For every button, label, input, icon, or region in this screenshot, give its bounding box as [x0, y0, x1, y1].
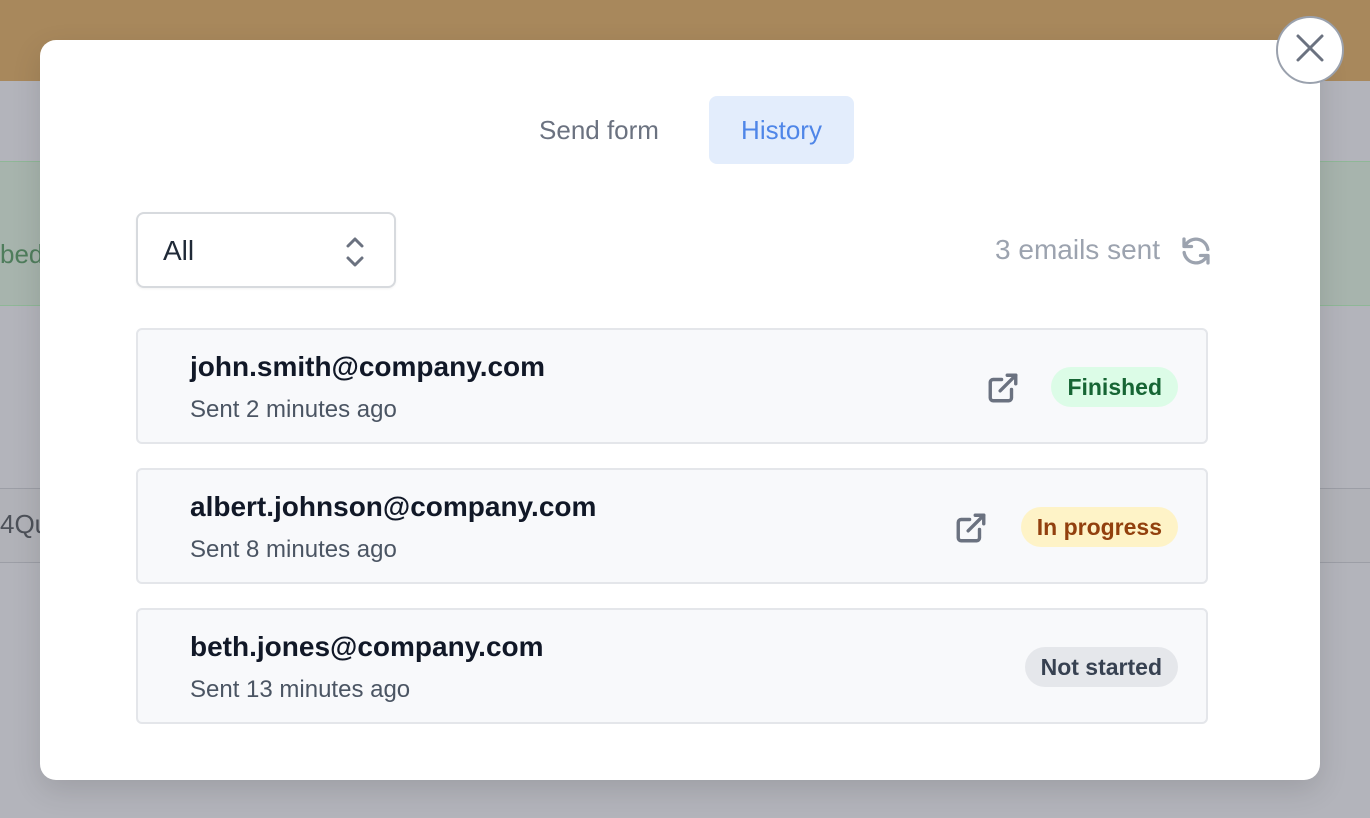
- status-filter-select[interactable]: All: [136, 212, 396, 288]
- external-link-icon[interactable]: [986, 371, 1020, 405]
- background-banner-text: bed: [0, 239, 44, 269]
- status-badge: Not started: [1024, 647, 1178, 687]
- recipient-email: john.smith@company.com: [190, 351, 546, 382]
- list-item: albert.johnson@company.com Sent 8 minute…: [136, 468, 1208, 584]
- tab-history[interactable]: History: [709, 96, 854, 164]
- sent-time: Sent 2 minutes ago: [190, 396, 397, 423]
- status-filter-value: All: [163, 235, 195, 266]
- status-badge: In progress: [1020, 507, 1178, 547]
- external-link-icon[interactable]: [954, 511, 988, 545]
- tab-send-form[interactable]: Send form: [506, 96, 692, 164]
- refresh-icon[interactable]: [1178, 233, 1214, 269]
- history-modal: Send form History All 3 emails sent john…: [40, 40, 1320, 780]
- status-badge: Finished: [1051, 367, 1178, 407]
- recipient-email: albert.johnson@company.com: [190, 491, 597, 522]
- sent-time: Sent 13 minutes ago: [190, 676, 411, 703]
- sent-time: Sent 8 minutes ago: [190, 536, 397, 563]
- close-button[interactable]: [1276, 16, 1344, 84]
- list-item: beth.jones@company.com Sent 13 minutes a…: [136, 608, 1208, 724]
- close-icon: [1293, 31, 1327, 70]
- modal-tabs: Send form History: [40, 96, 1320, 164]
- chevron-up-down-icon: [344, 234, 366, 275]
- list-item: john.smith@company.com Sent 2 minutes ag…: [136, 328, 1208, 444]
- recipient-email: beth.jones@company.com: [190, 631, 544, 662]
- emails-sent-count: 3 emails sent: [995, 234, 1160, 265]
